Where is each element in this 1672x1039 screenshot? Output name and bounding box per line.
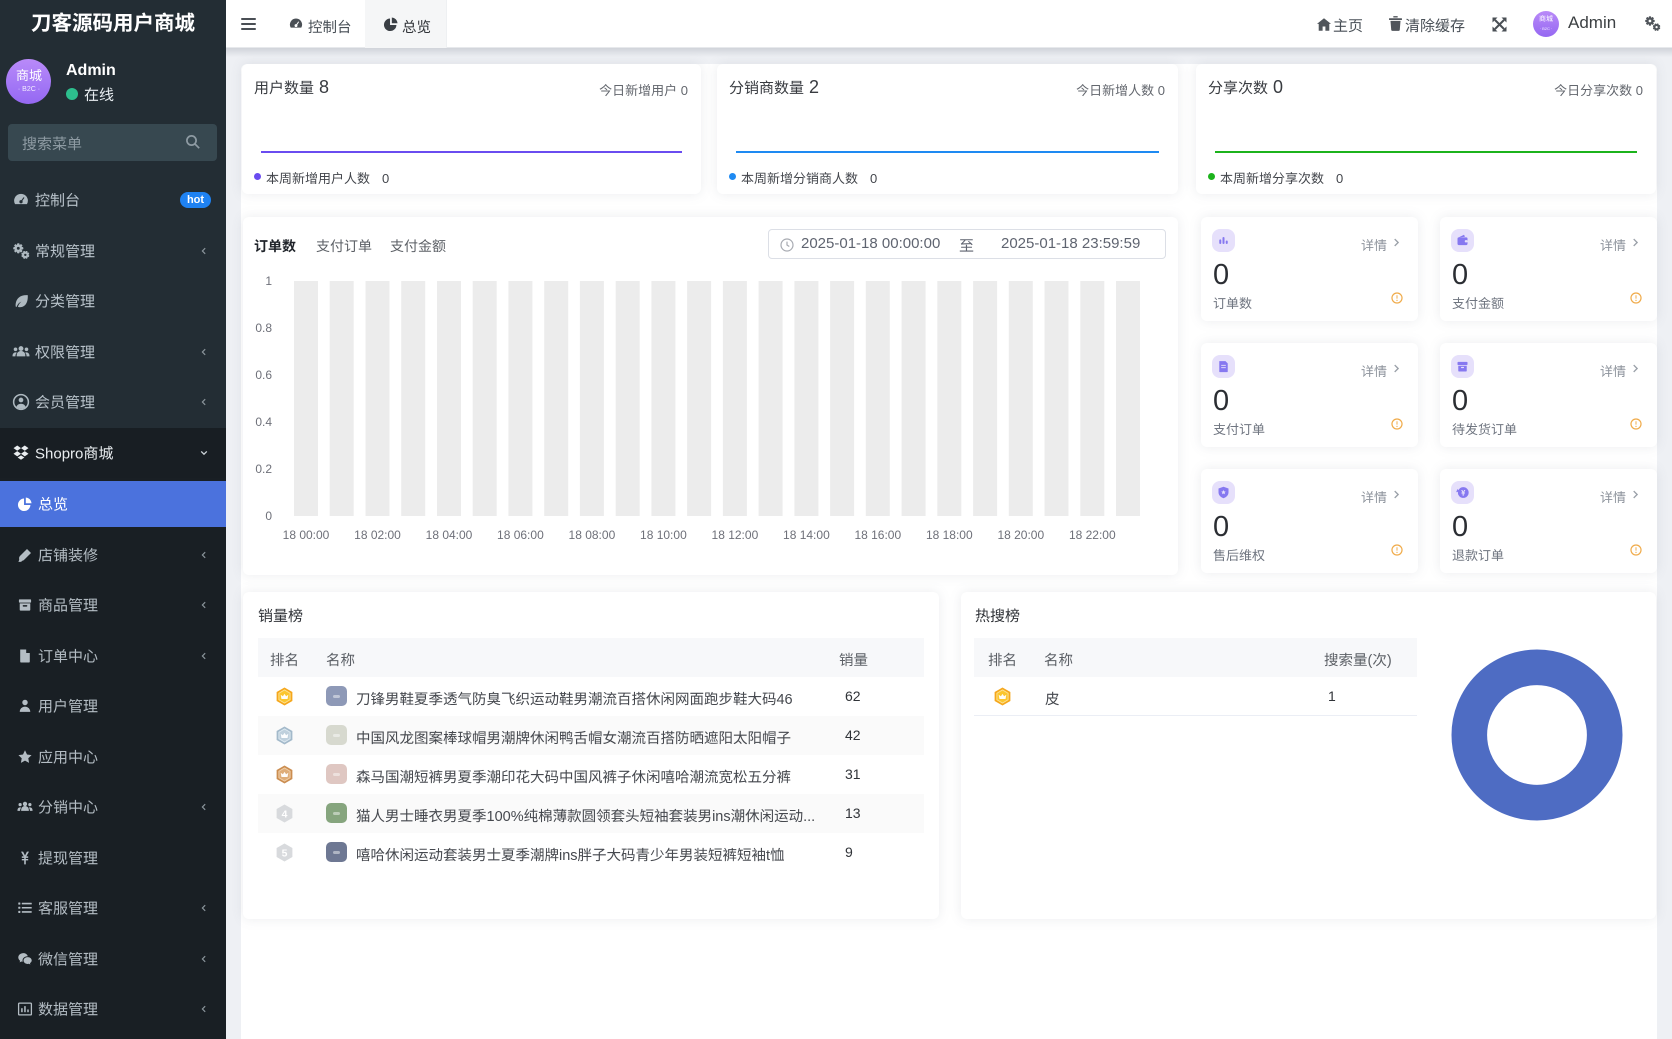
- svg-text:0: 0: [265, 509, 272, 523]
- svg-text:4: 4: [282, 809, 288, 820]
- svg-text:18 00:00: 18 00:00: [283, 528, 330, 542]
- svg-text:18 06:00: 18 06:00: [497, 528, 544, 542]
- svg-text:0.6: 0.6: [255, 368, 272, 382]
- svg-text:18 08:00: 18 08:00: [569, 528, 616, 542]
- svg-text:18 04:00: 18 04:00: [426, 528, 473, 542]
- svg-text:18 02:00: 18 02:00: [354, 528, 401, 542]
- svg-text:0.8: 0.8: [255, 321, 272, 335]
- svg-text:18 20:00: 18 20:00: [997, 528, 1044, 542]
- svg-text:18 14:00: 18 14:00: [783, 528, 830, 542]
- svg-text:18 12:00: 18 12:00: [712, 528, 759, 542]
- svg-text:18 16:00: 18 16:00: [854, 528, 901, 542]
- svg-text:0.4: 0.4: [255, 415, 272, 429]
- svg-text:5: 5: [282, 848, 288, 859]
- svg-text:1: 1: [265, 274, 272, 288]
- svg-text:18 10:00: 18 10:00: [640, 528, 687, 542]
- svg-text:18 18:00: 18 18:00: [926, 528, 973, 542]
- svg-text:18 22:00: 18 22:00: [1069, 528, 1116, 542]
- svg-text:0.2: 0.2: [255, 462, 272, 476]
